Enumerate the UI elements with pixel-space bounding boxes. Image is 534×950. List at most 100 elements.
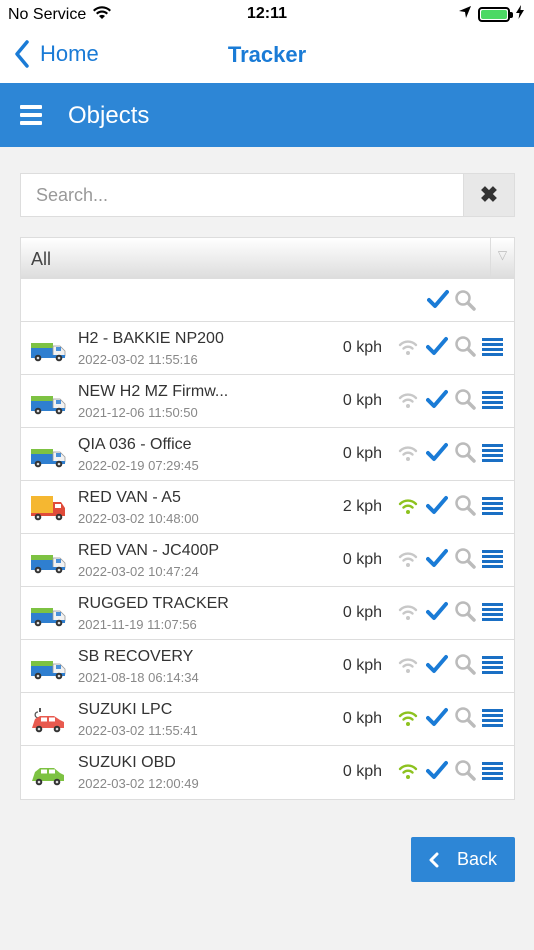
search-all-icon[interactable] [454, 289, 476, 311]
object-name: SUZUKI LPC [78, 701, 173, 718]
list-header [21, 279, 514, 322]
clear-search-button[interactable]: ✖ [463, 174, 514, 216]
signal-icon [397, 497, 419, 519]
object-speed: 0 kph [342, 710, 382, 727]
menu-icon[interactable] [20, 105, 42, 125]
status-right [458, 5, 524, 24]
signal-icon [397, 603, 419, 625]
page-title: Objects [68, 102, 150, 129]
object-name: QIA 036 - Office [78, 436, 192, 453]
charging-bolt-icon [516, 5, 524, 24]
details-menu-icon[interactable] [482, 656, 503, 676]
vehicle-icon [30, 388, 66, 416]
object-row[interactable]: SB RECOVERY 2021-08-18 06:14:34 0 kph [21, 640, 514, 693]
object-speed: 0 kph [342, 392, 382, 409]
object-timestamp: 2022-03-02 11:55:16 [78, 352, 198, 367]
object-speed: 0 kph [342, 657, 382, 674]
chevron-left-icon [429, 852, 439, 867]
visible-check-icon[interactable] [426, 442, 448, 467]
filter-select[interactable]: All ▽ [20, 237, 515, 279]
details-menu-icon[interactable] [482, 603, 503, 623]
visible-check-icon[interactable] [426, 336, 448, 361]
object-speed: 0 kph [342, 763, 382, 780]
locate-search-icon[interactable] [454, 759, 476, 786]
object-name: RED VAN - JC400P [78, 542, 220, 559]
filter-selected-value: All [31, 249, 52, 269]
vehicle-icon [30, 441, 66, 469]
details-menu-icon[interactable] [482, 550, 503, 570]
signal-icon [397, 444, 419, 466]
object-name: RED VAN - A5 [78, 489, 181, 506]
object-timestamp: 2022-03-02 10:47:24 [78, 564, 199, 579]
vehicle-icon [30, 759, 66, 787]
battery-icon [478, 7, 513, 22]
locate-search-icon[interactable] [454, 494, 476, 521]
vehicle-icon [30, 335, 66, 363]
object-timestamp: 2021-12-06 11:50:50 [78, 405, 198, 420]
locate-search-icon[interactable] [454, 706, 476, 733]
visible-check-icon[interactable] [426, 601, 448, 626]
object-name: NEW H2 MZ Firmw... [78, 383, 229, 400]
signal-icon [397, 656, 419, 678]
signal-icon [397, 338, 419, 360]
details-menu-icon[interactable] [482, 444, 503, 464]
signal-icon [397, 709, 419, 731]
signal-icon [397, 550, 419, 572]
object-name: RUGGED TRACKER [78, 595, 229, 612]
object-speed: 0 kph [342, 445, 382, 462]
details-menu-icon[interactable] [482, 391, 503, 411]
visible-check-icon[interactable] [426, 548, 448, 573]
object-timestamp: 2022-03-02 11:55:41 [78, 723, 198, 738]
nav-title: Tracker [227, 42, 307, 67]
object-name: H2 - BAKKIE NP200 [78, 330, 224, 347]
signal-icon [397, 762, 419, 784]
details-menu-icon[interactable] [482, 709, 503, 729]
locate-search-icon[interactable] [454, 653, 476, 680]
close-icon: ✖ [479, 182, 499, 207]
locate-search-icon[interactable] [454, 547, 476, 574]
select-all-check-icon[interactable] [427, 289, 449, 309]
visible-check-icon[interactable] [426, 495, 448, 520]
object-row[interactable]: H2 - BAKKIE NP200 2022-03-02 11:55:16 0 kp… [21, 322, 514, 375]
status-bar: No Service 12:11 [0, 0, 534, 28]
object-speed: 0 kph [342, 604, 382, 621]
object-timestamp: 2021-08-18 06:14:34 [78, 670, 199, 685]
vehicle-icon [30, 706, 66, 734]
locate-search-icon[interactable] [454, 335, 476, 362]
chevron-down-icon: ▽ [490, 238, 514, 278]
object-row[interactable]: SUZUKI LPC 2022-03-02 11:55:41 0 kph [21, 693, 514, 746]
location-arrow-icon [458, 5, 472, 24]
search-input[interactable] [21, 174, 464, 216]
visible-check-icon[interactable] [426, 707, 448, 732]
vehicle-icon [30, 494, 66, 522]
signal-icon [397, 391, 419, 413]
object-timestamp: 2022-02-19 07:29:45 [78, 458, 199, 473]
object-row[interactable]: RED VAN - JC400P 2022-03-02 10:47:24 0 kph [21, 534, 514, 587]
object-timestamp: 2022-03-02 10:48:00 [78, 511, 199, 526]
vehicle-icon [30, 653, 66, 681]
locate-search-icon[interactable] [454, 388, 476, 415]
object-speed: 2 kph [342, 498, 382, 515]
details-menu-icon[interactable] [482, 762, 503, 782]
locate-search-icon[interactable] [454, 600, 476, 627]
visible-check-icon[interactable] [426, 760, 448, 785]
object-timestamp: 2021-11-19 11:07:56 [78, 617, 197, 632]
vehicle-icon [30, 600, 66, 628]
object-row[interactable]: NEW H2 MZ Firmw... 2021-12-06 11:50:50 0 k… [21, 375, 514, 428]
object-row[interactable]: RUGGED TRACKER 2021-11-19 11:07:56 0 kph [21, 587, 514, 640]
locate-search-icon[interactable] [454, 441, 476, 468]
visible-check-icon[interactable] [426, 654, 448, 679]
back-button-label: Back [456, 849, 498, 869]
navigation-bar: Home Tracker [0, 28, 534, 83]
page-header: Objects [0, 83, 534, 147]
details-menu-icon[interactable] [482, 338, 503, 358]
objects-list: H2 - BAKKIE NP200 2022-03-02 11:55:16 0 kp… [20, 279, 515, 800]
back-button[interactable]: Back [411, 837, 515, 882]
object-row[interactable]: RED VAN - A5 2022-03-02 10:48:00 2 kph [21, 481, 514, 534]
search-bar: ✖ [20, 173, 515, 217]
object-name: SB RECOVERY [78, 648, 194, 665]
visible-check-icon[interactable] [426, 389, 448, 414]
object-row[interactable]: QIA 036 - Office 2022-02-19 07:29:45 0 kph [21, 428, 514, 481]
details-menu-icon[interactable] [482, 497, 503, 517]
object-row[interactable]: SUZUKI OBD 2022-03-02 12:00:49 0 kph [21, 746, 514, 799]
